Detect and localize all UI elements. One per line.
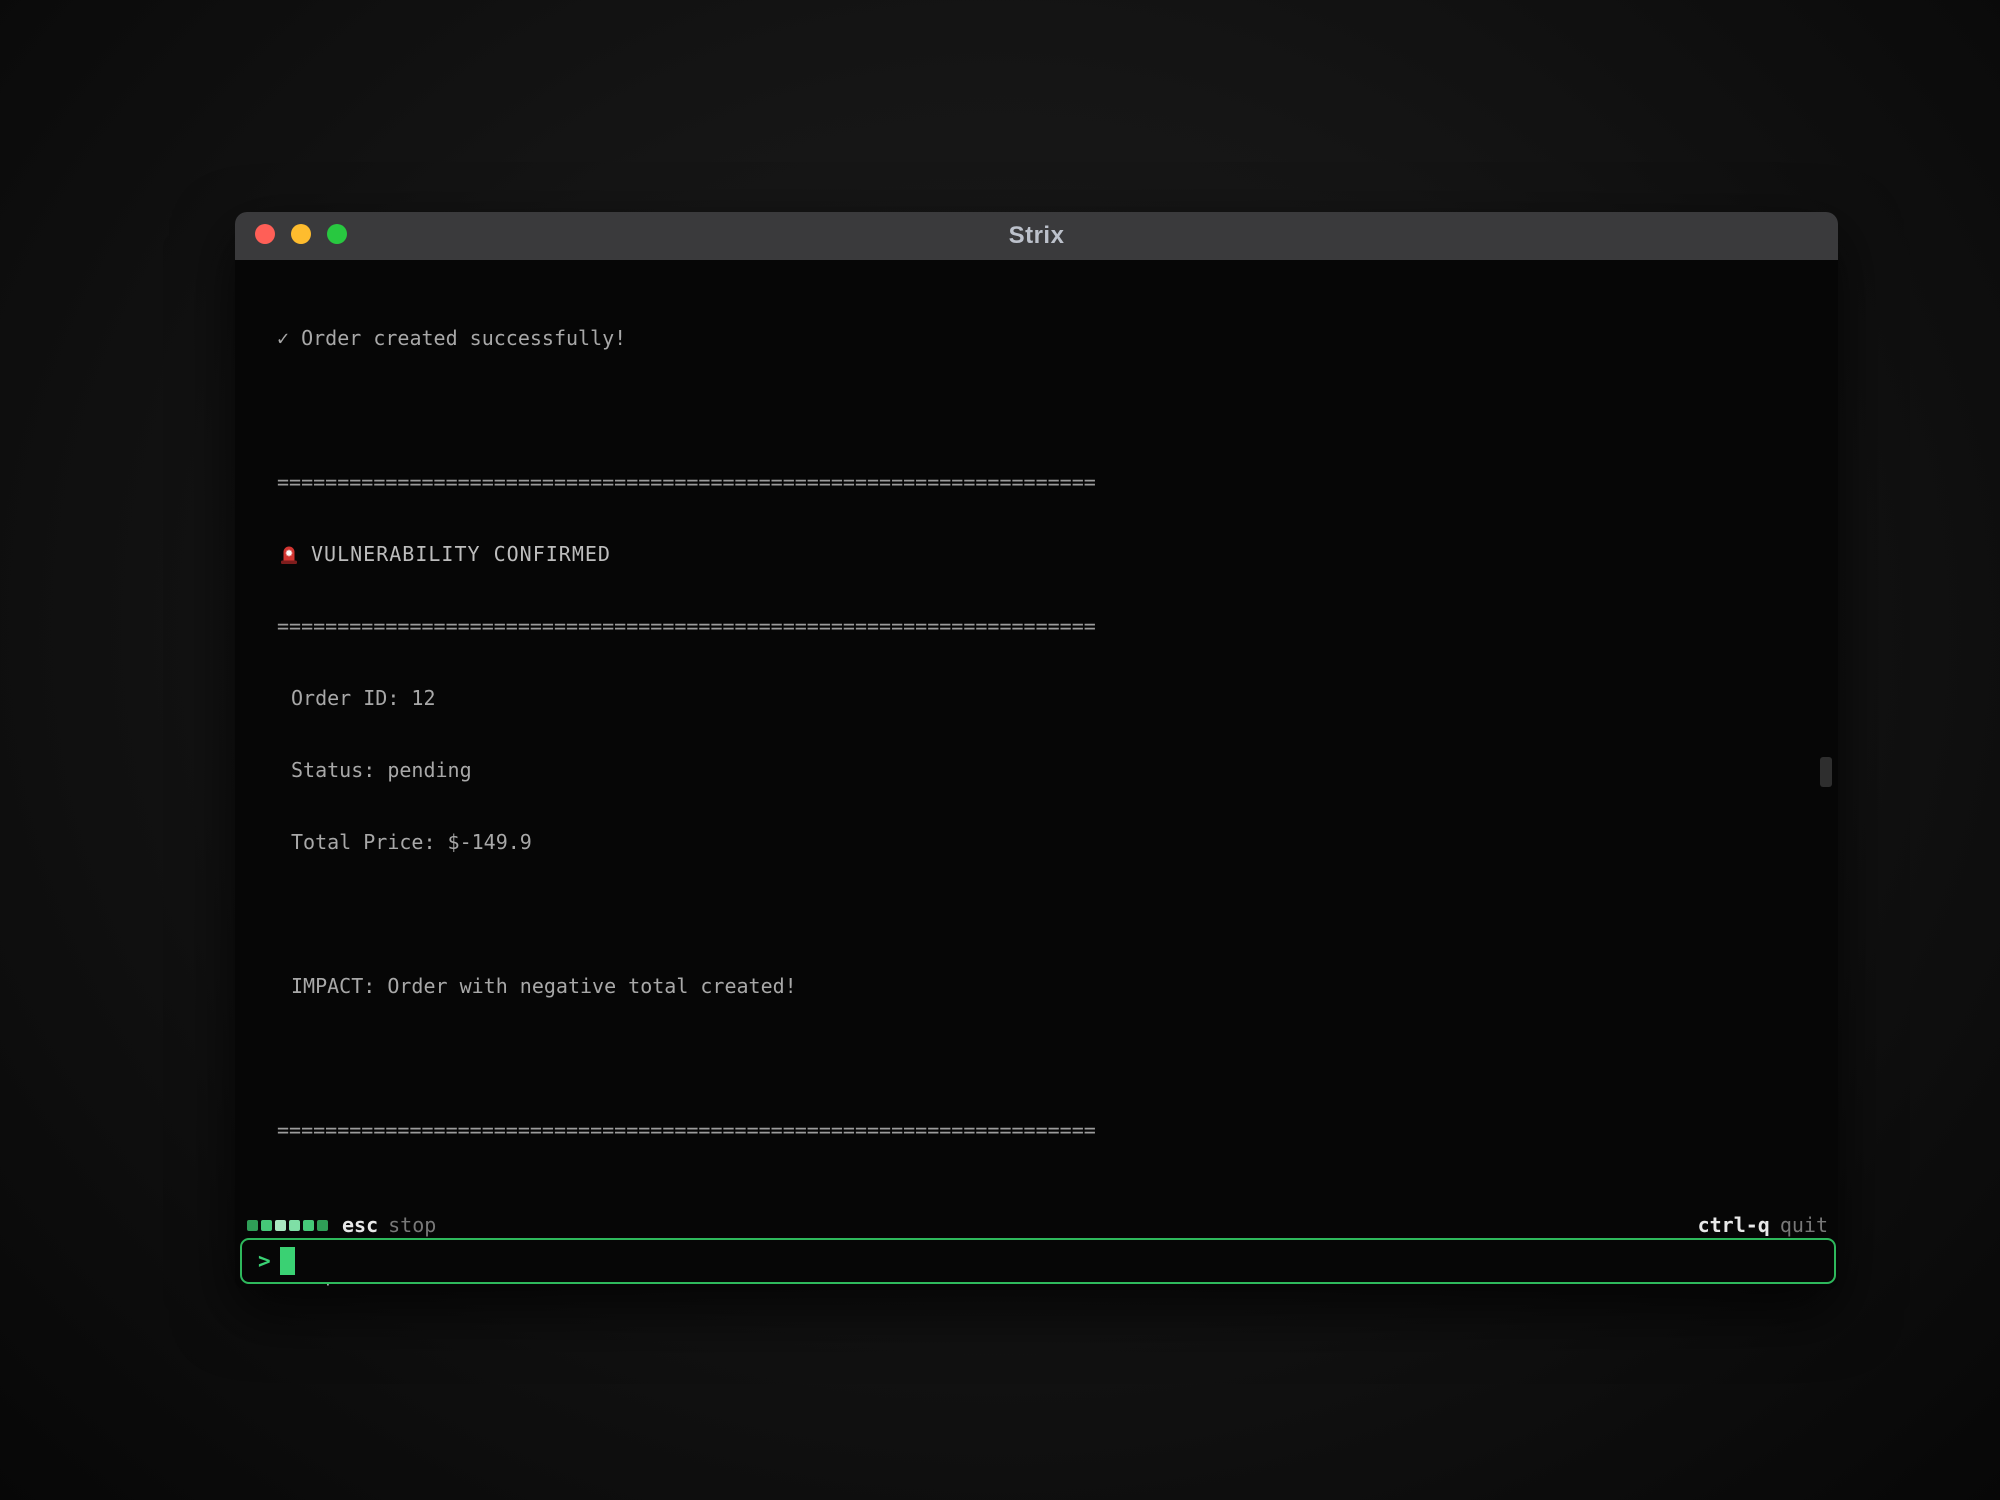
order-id-line: Order ID: 12	[277, 686, 1838, 710]
close-button[interactable]	[255, 224, 275, 244]
terminal-output: ✓ Order created successfully! ==========…	[235, 278, 1838, 1290]
esc-key-hint: esc	[342, 1213, 378, 1237]
esc-action-label: stop	[388, 1213, 436, 1237]
prompt-symbol: >	[258, 1249, 271, 1273]
terminal-content: ✓ Order created successfully! ==========…	[235, 260, 1838, 1290]
scrollbar-thumb[interactable]	[1820, 757, 1832, 787]
order-status-line: Status: pending	[277, 758, 1838, 782]
window-titlebar[interactable]: Strix	[235, 212, 1838, 260]
total-price-line: Total Price: $-149.9	[277, 830, 1838, 854]
alert-heading-text: VULNERABILITY CONFIRMED	[311, 542, 611, 566]
quit-action-label: quit	[1780, 1213, 1828, 1237]
vulnerability-confirmed-heading: VULNERABILITY CONFIRMED	[277, 542, 1838, 566]
window-title: Strix	[1009, 222, 1065, 250]
minimize-button[interactable]	[291, 224, 311, 244]
terminal-window: Strix ✓ Order created successfully! ====…	[235, 212, 1838, 1290]
siren-icon	[277, 542, 301, 566]
separator-line: ========================================…	[277, 614, 1838, 638]
zoom-button[interactable]	[327, 224, 347, 244]
desktop-background: Strix ✓ Order created successfully! ====…	[0, 0, 2000, 1500]
status-bar: esc stop ctrl-q quit	[247, 1212, 1828, 1238]
separator-line: ========================================…	[277, 1118, 1838, 1142]
status-left: esc stop	[247, 1213, 436, 1237]
order-success-line: ✓ Order created successfully!	[277, 326, 1838, 350]
traffic-lights	[255, 224, 347, 244]
command-input[interactable]: >	[240, 1238, 1836, 1284]
separator-line: ========================================…	[277, 470, 1838, 494]
text-cursor	[280, 1247, 295, 1275]
quit-key-hint: ctrl-q	[1698, 1213, 1770, 1237]
impact-line: IMPACT: Order with negative total create…	[277, 974, 1838, 998]
activity-spinner	[247, 1220, 328, 1231]
status-right: ctrl-q quit	[1698, 1213, 1828, 1237]
